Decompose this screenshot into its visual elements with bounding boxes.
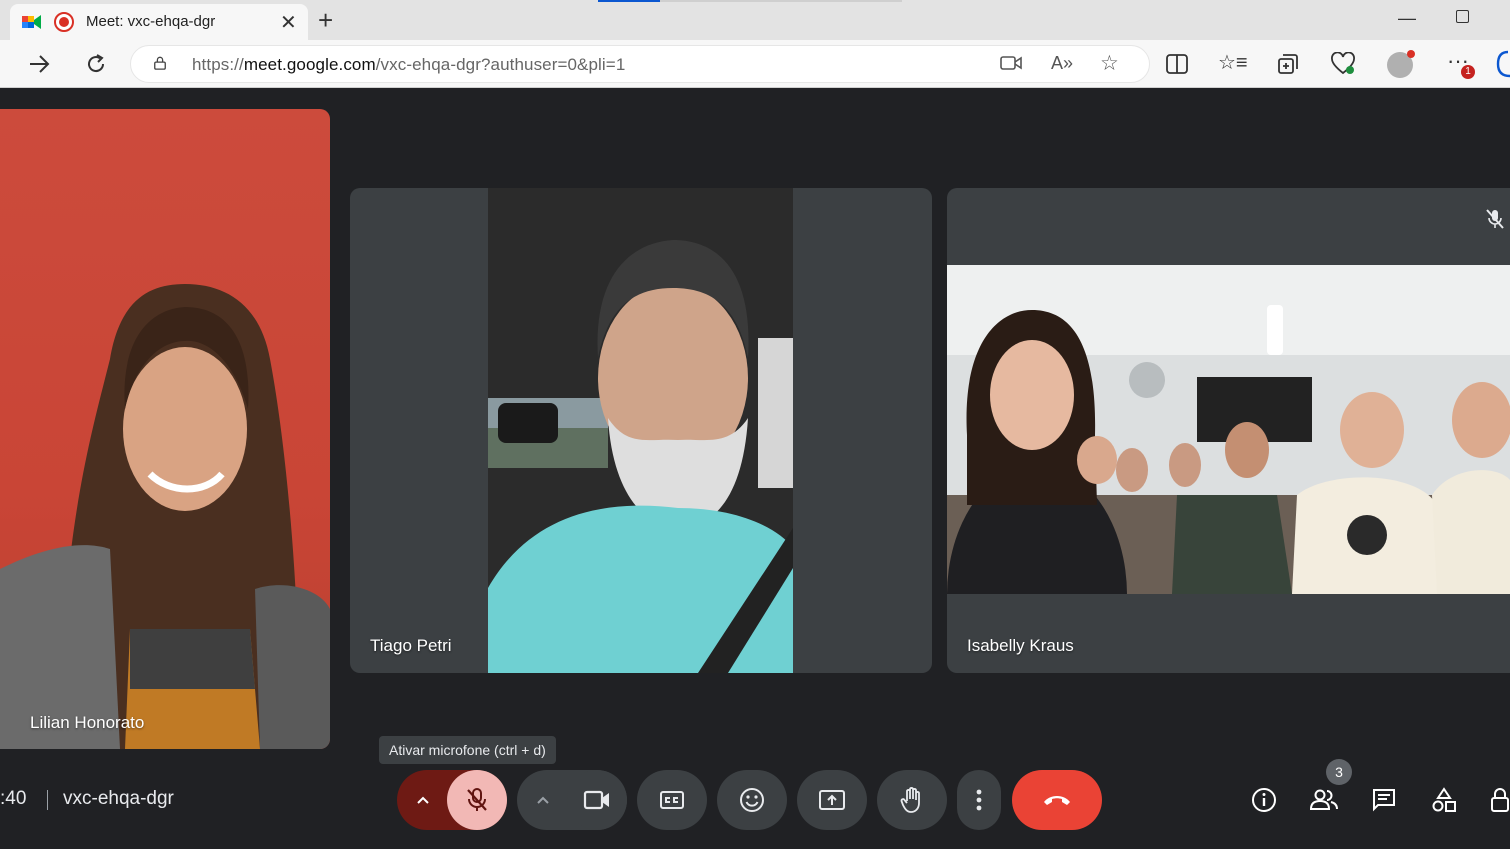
people-icon bbox=[1309, 789, 1338, 810]
profile-avatar[interactable] bbox=[1387, 50, 1415, 78]
present-screen-icon bbox=[819, 790, 845, 810]
closed-captions-icon bbox=[660, 791, 684, 809]
camera-control bbox=[517, 770, 627, 830]
lock-person-icon bbox=[1491, 788, 1509, 812]
call-end-icon bbox=[1044, 796, 1070, 805]
present-screen-button[interactable] bbox=[797, 770, 867, 830]
audio-options-button[interactable] bbox=[397, 770, 449, 830]
participant-name: Isabelly Kraus bbox=[967, 636, 1074, 655]
participant-tile-tiago[interactable]: Tiago Petri bbox=[350, 188, 932, 673]
maximize-window-button[interactable] bbox=[1456, 10, 1469, 23]
host-controls-button[interactable] bbox=[1486, 782, 1510, 818]
tab-strip: Meet: vxc-ehqa-dgr ✕ + — bbox=[0, 0, 1510, 40]
tab-title: Meet: vxc-ehqa-dgr bbox=[86, 13, 216, 30]
raise-hand-button[interactable] bbox=[877, 770, 947, 830]
unmute-microphone-button[interactable] bbox=[447, 770, 507, 830]
chat-icon bbox=[1373, 789, 1395, 812]
raise-hand-icon bbox=[900, 787, 920, 813]
participants-count-badge: 3 bbox=[1326, 759, 1352, 785]
more-options-button[interactable] bbox=[957, 770, 1001, 830]
divider bbox=[47, 790, 48, 810]
copilot-icon[interactable] bbox=[1494, 48, 1510, 80]
recording-icon bbox=[54, 12, 74, 32]
meeting-details-button[interactable] bbox=[1246, 782, 1282, 818]
reactions-button[interactable] bbox=[717, 770, 787, 830]
camera-in-use-icon[interactable] bbox=[1000, 54, 1022, 72]
info-icon bbox=[1252, 788, 1276, 812]
mic-off-icon bbox=[467, 788, 487, 811]
mic-tooltip: Ativar microfone (ctrl + d) bbox=[379, 736, 556, 764]
read-aloud-icon[interactable]: A» bbox=[1051, 53, 1073, 74]
activities-shapes-icon bbox=[1432, 787, 1456, 812]
minimize-window-button[interactable]: — bbox=[1398, 8, 1416, 29]
split-screen-icon[interactable] bbox=[1165, 53, 1189, 75]
captions-button[interactable] bbox=[637, 770, 707, 830]
url-text[interactable]: https://meet.google.com/vxc-ehqa-dgr?aut… bbox=[192, 55, 625, 75]
chevron-up-icon bbox=[417, 796, 429, 804]
more-vert-icon bbox=[976, 789, 982, 811]
meeting-code: vxc-ehqa-dgr bbox=[63, 788, 174, 809]
leave-call-button[interactable] bbox=[1012, 770, 1102, 830]
chevron-up-icon bbox=[537, 796, 549, 804]
people-button[interactable] bbox=[1306, 782, 1342, 818]
microphone-control bbox=[397, 770, 507, 830]
lock-icon[interactable] bbox=[153, 56, 167, 70]
participant-tile-isabelly[interactable]: Isabelly Kraus bbox=[947, 188, 1510, 673]
browser-tab-meet[interactable]: Meet: vxc-ehqa-dgr ✕ bbox=[10, 4, 308, 40]
participant-tile-lilian[interactable]: Lilian Honorato bbox=[0, 109, 330, 749]
emoji-icon bbox=[740, 788, 764, 812]
participant-video bbox=[0, 284, 330, 749]
favorites-icon[interactable]: ☆≡ bbox=[1218, 50, 1248, 75]
address-bar[interactable]: https://meet.google.com/vxc-ehqa-dgr?aut… bbox=[130, 45, 1150, 83]
participant-video bbox=[947, 265, 1510, 594]
chat-button[interactable] bbox=[1366, 782, 1402, 818]
browser-essentials-icon[interactable] bbox=[1330, 52, 1356, 76]
reload-icon[interactable] bbox=[84, 52, 108, 76]
participant-video bbox=[488, 188, 793, 673]
close-tab-icon[interactable]: ✕ bbox=[280, 10, 297, 35]
meeting-time: :40 bbox=[0, 788, 27, 809]
participant-name: Tiago Petri bbox=[370, 636, 452, 655]
participant-name: Lilian Honorato bbox=[30, 713, 145, 732]
page-load-progress bbox=[598, 0, 902, 2]
collections-icon[interactable] bbox=[1276, 52, 1300, 76]
camera-toggle-button[interactable] bbox=[567, 770, 627, 830]
mic-off-icon bbox=[1486, 209, 1504, 229]
forward-arrow-icon[interactable] bbox=[28, 53, 52, 75]
google-meet-icon bbox=[22, 15, 41, 29]
video-options-button[interactable] bbox=[517, 770, 569, 830]
notification-badge: 1 bbox=[1461, 65, 1475, 79]
video-camera-icon bbox=[583, 790, 609, 810]
new-tab-button[interactable]: + bbox=[318, 5, 333, 36]
favorite-star-icon[interactable]: ☆ bbox=[1100, 51, 1119, 76]
activities-button[interactable] bbox=[1426, 782, 1462, 818]
